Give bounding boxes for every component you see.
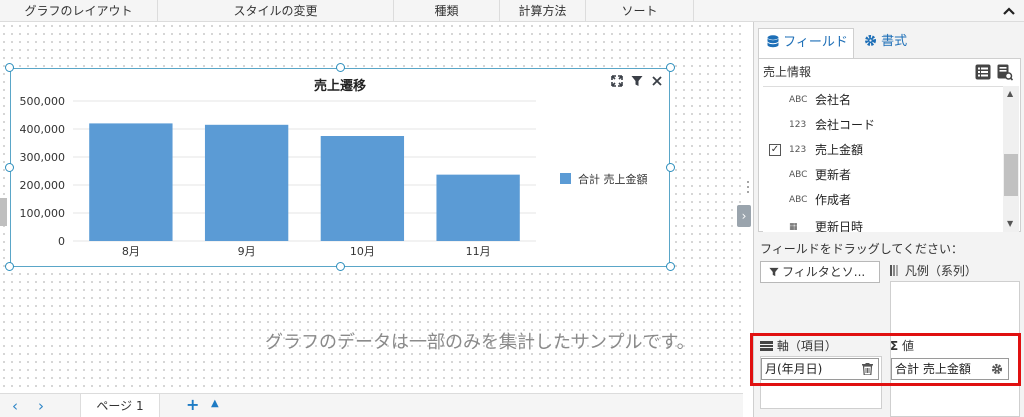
page-menu-icon[interactable]: ▲ (211, 398, 219, 409)
tab-fields-label: フィールド (783, 35, 848, 50)
resize-handle-tl[interactable] (5, 63, 14, 72)
tab-graph-layout[interactable]: グラフのレイアウト (0, 0, 158, 22)
field-item-company-name[interactable]: ABC 会社名 (763, 88, 1003, 112)
prev-page-icon[interactable]: ‹ (12, 397, 18, 415)
resize-handle-tr[interactable] (666, 63, 675, 72)
legend-well-title: 凡例（系列） (890, 262, 977, 279)
tab-format-label: 書式 (881, 34, 908, 49)
tab-type[interactable]: 種類 (394, 0, 500, 22)
panel-toggle-button[interactable]: › (737, 205, 751, 227)
text-type-icon: ABC (789, 195, 808, 205)
legend-well-label: 凡例（系列） (904, 264, 977, 278)
filter-icon (769, 267, 779, 277)
field-item-updater[interactable]: ABC 更新者 (763, 163, 1003, 187)
text-type-icon: ABC (789, 95, 808, 105)
scroll-down-icon[interactable]: ▼ (1007, 219, 1013, 228)
x-tick-label: 10月 (350, 245, 375, 258)
text-type-icon: ABC (789, 170, 808, 180)
gear-icon (865, 35, 876, 46)
bar (89, 123, 173, 241)
field-item-company-code[interactable]: 123 会社コード (763, 113, 1003, 137)
tab-sort[interactable]: ソート (586, 0, 694, 22)
field-name: 会社コード (815, 118, 876, 132)
y-tick-label: 100,000 (20, 207, 66, 220)
scroll-up-icon[interactable]: ▲ (1007, 89, 1013, 98)
add-page-icon[interactable]: + (186, 395, 199, 414)
number-type-icon: 123 (789, 120, 807, 130)
drag-hint: フィールドをドラッグしてください： (760, 242, 964, 256)
ribbon-toolbar: グラフのレイアウト スタイルの変更 種類 計算方法 ソート (0, 0, 1024, 22)
next-page-icon[interactable]: › (38, 397, 44, 415)
field-name: 会社名 (815, 93, 852, 107)
data-source-label: 売上情報 (763, 65, 812, 79)
field-name: 更新日時 (815, 220, 864, 232)
x-tick-label: 8月 (122, 245, 140, 258)
x-tick-label: 9月 (238, 245, 256, 258)
chart-canvas: 売上遷移 0 100,000 200,000 300,000 400,000 500,00… (0, 22, 743, 393)
collapse-ribbon-icon[interactable] (1002, 4, 1016, 18)
legend-icon (890, 265, 898, 276)
sample-notice: グラフのデータは一部のみを集計したサンプルです。 (265, 332, 695, 353)
y-tick-label: 400,000 (20, 123, 66, 136)
app-root: グラフのレイアウト スタイルの変更 種類 計算方法 ソート 売上遷移 0100 (0, 0, 1024, 417)
resize-handle-tm[interactable] (336, 63, 345, 72)
highlight-box (750, 333, 1021, 386)
field-name: 売上金額 (815, 143, 864, 157)
y-tick-label: 500,000 (20, 95, 66, 108)
resize-handle-ml[interactable] (5, 163, 14, 172)
field-item-updated-at[interactable]: ▦ 更新日時 (763, 215, 1003, 232)
splitter-grip-icon[interactable] (746, 180, 750, 194)
bar-chart: 0 100,000 200,000 300,000 400,000 500,000 8月 9月… (20, 95, 648, 258)
bar (320, 136, 405, 241)
resize-handle-bl[interactable] (5, 262, 14, 271)
legend-swatch (560, 173, 571, 184)
field-search-icon[interactable] (997, 64, 1013, 81)
y-tick-label: 200,000 (20, 179, 66, 192)
page-bar: ‹ › ページ 1 + ▲ (0, 393, 743, 417)
field-name: 更新者 (815, 168, 852, 182)
resize-handle-bm[interactable] (336, 262, 345, 271)
database-icon (767, 35, 779, 48)
scroll-thumb[interactable] (1004, 154, 1018, 196)
legend-label: 合計 売上金額 (578, 172, 648, 186)
page-tab[interactable]: ページ 1 (80, 394, 160, 417)
checkbox-checked[interactable]: ✓ (769, 144, 781, 156)
y-tick-label: 300,000 (20, 151, 66, 164)
field-list: ABC 会社名 123 会社コード ✓ 123 売上金額 ABC 更新者 ABC… (763, 86, 1003, 232)
resize-handle-br[interactable] (666, 262, 675, 271)
list-view-icon[interactable] (975, 64, 991, 80)
number-type-icon: 123 (789, 145, 807, 155)
left-panel-toggle[interactable] (0, 198, 7, 226)
x-tick-label: 11月 (466, 245, 491, 258)
tab-format[interactable]: 書式 (856, 28, 936, 58)
field-item-creator[interactable]: ABC 作成者 (763, 188, 1003, 212)
filter-sort-button[interactable]: フィルタとソ... (760, 261, 880, 283)
resize-handle-mr[interactable] (666, 163, 675, 172)
tab-style-change[interactable]: スタイルの変更 (158, 0, 394, 22)
bar (204, 124, 289, 241)
field-list-scrollbar[interactable]: ▲ ▼ (1003, 86, 1019, 232)
date-type-icon: ▦ (789, 222, 798, 232)
chart-widget[interactable]: 売上遷移 0 100,000 200,000 300,000 400,000 500,00… (10, 68, 670, 267)
tab-calc-method[interactable]: 計算方法 (500, 0, 586, 22)
field-list-box: 売上情報 ABC 会社名 123 会社コード ✓ 123 売上金額 ABC 更新… (758, 58, 1021, 232)
field-item-sales-amount[interactable]: ✓ 123 売上金額 (763, 138, 1003, 162)
filter-sort-label: フィルタとソ... (782, 265, 866, 279)
bar (436, 174, 520, 241)
y-tick-label: 0 (58, 235, 65, 248)
tab-fields[interactable]: フィールド (758, 28, 854, 58)
field-name: 作成者 (815, 193, 852, 207)
